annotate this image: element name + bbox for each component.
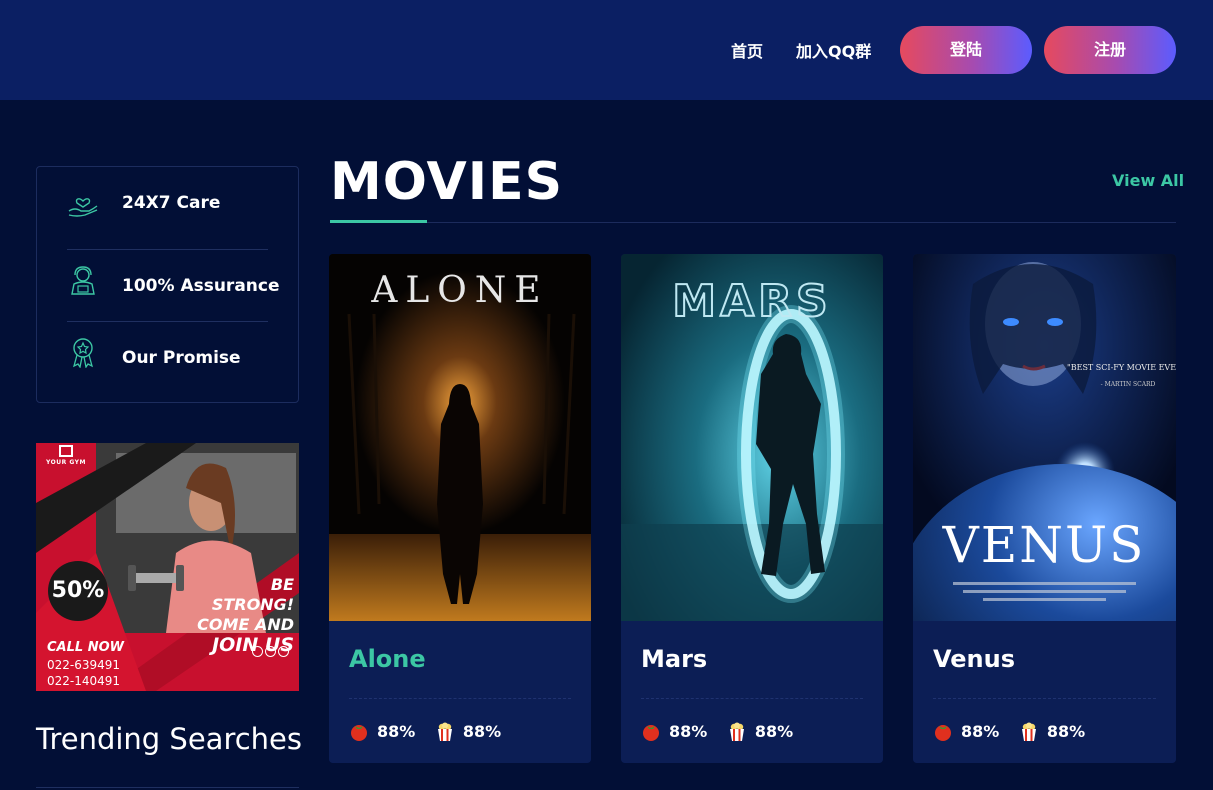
ad-slogan: BE STRONG! COME AND JOIN US [197,575,294,656]
popcorn-rating: 88% [435,721,501,742]
movie-title[interactable]: Mars [641,645,707,673]
feature-label: Our Promise [122,348,241,368]
section-title: MOVIES [330,152,564,212]
gym-logo: YOUR GYM [46,445,86,466]
movie-card[interactable]: MARS Mars 88% 88% [621,254,883,763]
movie-card-body: Mars 88% 88% [621,621,883,763]
call-now-label: CALL NOW [47,640,124,655]
instagram-icon [278,646,289,657]
trending-searches-heading: Trending Searches [36,722,303,756]
login-button[interactable]: 登陆 [900,26,1032,74]
movie-card-body: Venus 88% 88% [913,621,1176,763]
movie-title[interactable]: Alone [349,645,426,673]
tomato-rating: 88% [933,721,999,742]
poster-quote: "BEST SCI-FY MOVIE EVER!" [1067,363,1176,372]
movie-poster[interactable]: ALONE [329,254,591,621]
popcorn-icon [729,722,744,741]
movie-card[interactable]: ALONE Alone 88% 88% [329,254,591,763]
card-divider [349,698,571,699]
award-badge-icon [72,338,94,368]
discount-badge: 50% [48,561,108,621]
divider [36,787,299,788]
view-all-link[interactable]: View All [1112,171,1184,190]
movie-ratings: 88% 88% [641,721,807,743]
popcorn-icon [437,722,452,741]
section-divider [330,222,1176,223]
poster-title-text: VENUS [942,516,1146,574]
social-icons [252,646,291,659]
movie-poster[interactable]: "BEST SCI-FY MOVIE EVER!" - MARTIN SCARD… [913,254,1176,621]
poster-title-text: ALONE [370,270,548,311]
movie-poster[interactable]: MARS [621,254,883,621]
movie-card[interactable]: "BEST SCI-FY MOVIE EVER!" - MARTIN SCARD… [913,254,1176,763]
card-divider [933,698,1156,699]
feature-label: 24X7 Care [122,193,221,213]
feature-item-promise[interactable]: Our Promise [67,321,268,393]
feature-item-assurance[interactable]: 100% Assurance [67,249,280,321]
movie-ratings: 88% 88% [933,721,1099,743]
popcorn-rating: 88% [1019,721,1085,742]
nav-home-link[interactable]: 首页 [731,38,763,62]
phone-numbers: 022-639491 022-140491 [47,658,121,688]
popcorn-icon [1021,722,1036,741]
register-button[interactable]: 注册 [1044,26,1176,74]
tomato-icon [935,724,951,741]
top-header: 首页 加入QQ群 登陆 注册 [0,0,1213,100]
feature-item-care[interactable]: 24X7 Care [67,177,268,249]
popcorn-rating: 88% [727,721,793,742]
tomato-rating: 88% [349,721,415,742]
facebook-icon [265,646,276,657]
tomato-rating: 88% [641,721,707,742]
poster-title-text: MARS [672,276,831,327]
tomato-icon [351,724,367,741]
movie-ratings: 88% 88% [349,721,515,743]
gym-ad-banner[interactable]: YOUR GYM 50% BE STRONG! COME AND JOIN US… [36,443,299,691]
support-agent-icon [71,266,95,295]
nav-qq-group-link[interactable]: 加入QQ群 [796,38,871,62]
section-divider-accent [330,220,427,223]
card-divider [641,698,863,699]
movie-title[interactable]: Venus [933,645,1015,673]
feature-label: 100% Assurance [122,276,280,296]
movie-card-body: Alone 88% 88% [329,621,591,763]
features-panel: 24X7 Care 100% Assurance Our Promise [36,166,299,403]
tomato-icon [643,724,659,741]
heart-hand-icon [68,198,98,217]
poster-quote-by: - MARTIN SCARD [1101,381,1156,388]
twitter-icon [252,646,263,657]
